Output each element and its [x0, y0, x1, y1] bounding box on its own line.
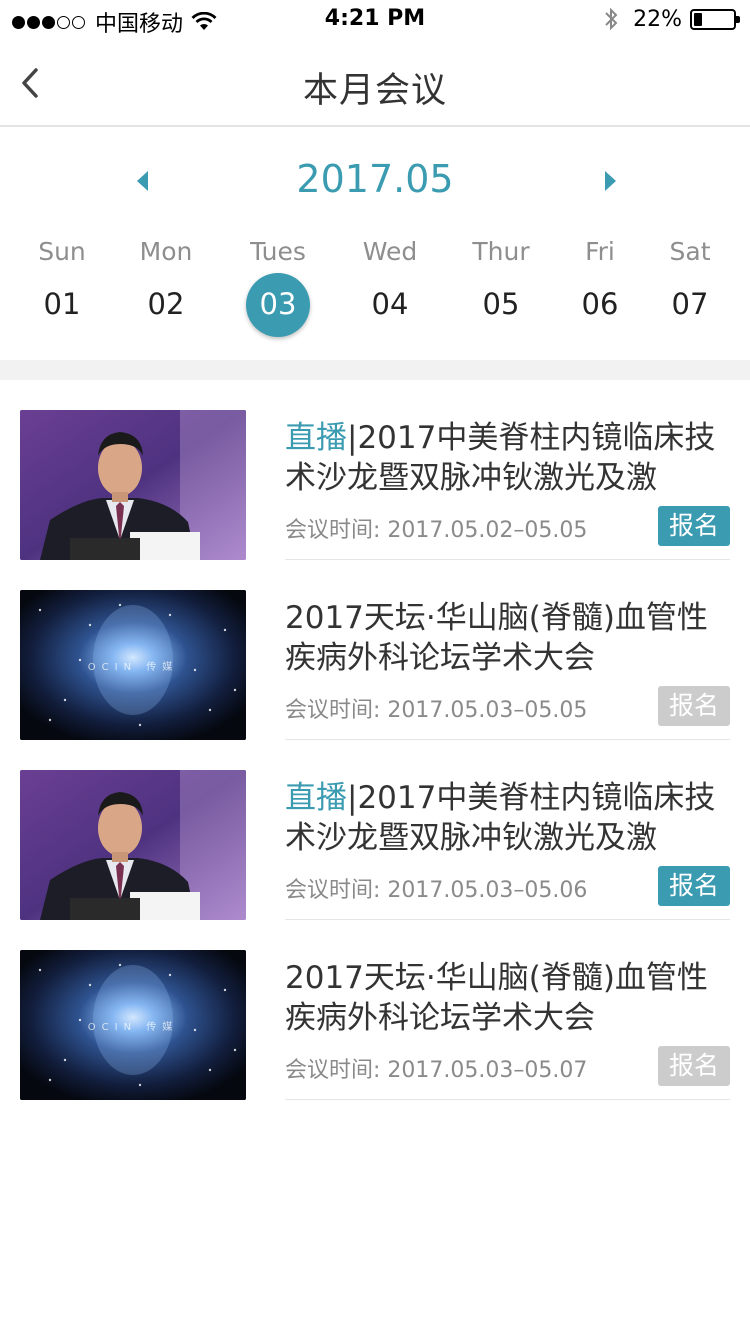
- svg-text:OCIN 传媒: OCIN 传媒: [88, 1021, 178, 1033]
- meeting-title-text: |2017中美脊柱内镜临床技术沙龙暨双脉冲钬激光及激: [285, 420, 716, 496]
- meeting-time: 会议时间: 2017.05.02–05.05: [285, 518, 588, 543]
- calendar-day[interactable]: 05: [451, 287, 551, 321]
- calendar-day[interactable]: 02: [116, 287, 216, 321]
- live-tag: 直播: [285, 420, 347, 456]
- meeting-list-item[interactable]: OCIN 传媒 2017天坛·华山脑(脊髓)血管性疾病外科论坛学术大会会议时间:…: [0, 920, 750, 1100]
- meeting-thumbnail[interactable]: OCIN 传媒: [20, 950, 246, 1100]
- meeting-thumbnail[interactable]: [20, 410, 246, 560]
- signup-button[interactable]: 报名: [658, 506, 730, 546]
- meeting-thumbnail[interactable]: OCIN 传媒: [20, 590, 246, 740]
- signup-button[interactable]: 报名: [658, 1046, 730, 1086]
- meeting-title[interactable]: 2017天坛·华山脑(脊髓)血管性疾病外科论坛学术大会: [285, 598, 737, 678]
- live-tag: 直播: [285, 780, 347, 816]
- meeting-title[interactable]: 直播|2017中美脊柱内镜临床技术沙龙暨双脉冲钬激光及激: [285, 778, 737, 858]
- weekday-label: Thur: [472, 237, 530, 266]
- nav-bar: 本月会议: [0, 40, 750, 127]
- weekday-label: Mon: [139, 237, 193, 266]
- weekday-label: Wed: [362, 237, 418, 266]
- nebula-image: OCIN 传媒: [20, 590, 246, 740]
- meeting-thumbnail[interactable]: [20, 770, 246, 920]
- nebula-image: OCIN 传媒: [20, 950, 246, 1100]
- meeting-list-item[interactable]: 直播|2017中美脊柱内镜临床技术沙龙暨双脉冲钬激光及激会议时间: 2017.0…: [0, 380, 750, 560]
- meeting-time: 会议时间: 2017.05.03–05.07: [285, 1058, 588, 1083]
- weekday-label: Tues: [250, 237, 306, 266]
- week-calendar: 2017.05 Sun Mon Tues Wed Thur Fri Sat 01 02 03 04…: [0, 129, 750, 360]
- meeting-time: 会议时间: 2017.05.03–05.06: [285, 878, 588, 903]
- calendar-day[interactable]: 07: [640, 287, 740, 321]
- battery-cap: [736, 15, 740, 23]
- meeting-list-item[interactable]: OCIN 传媒 2017天坛·华山脑(脊髓)血管性疾病外科论坛学术大会会议时间:…: [0, 560, 750, 740]
- signup-button[interactable]: 报名: [658, 686, 730, 726]
- calendar-day[interactable]: 03: [228, 287, 328, 321]
- svg-text:OCIN 传媒: OCIN 传媒: [88, 661, 178, 673]
- meeting-title[interactable]: 2017天坛·华山脑(脊髓)血管性疾病外科论坛学术大会: [285, 958, 737, 1038]
- calendar-day[interactable]: 06: [550, 287, 650, 321]
- battery-icon: [690, 8, 740, 30]
- weekday-label: Sun: [38, 237, 86, 266]
- meeting-title-text: 2017天坛·华山脑(脊髓)血管性疾病外科论坛学术大会: [285, 600, 708, 676]
- calendar-day[interactable]: 04: [340, 287, 440, 321]
- meeting-time: 会议时间: 2017.05.03–05.05: [285, 698, 588, 723]
- meeting-title-text: |2017中美脊柱内镜临床技术沙龙暨双脉冲钬激光及激: [285, 780, 716, 856]
- month-selector: 2017.05: [0, 157, 750, 207]
- page-title: 本月会议: [302, 71, 447, 111]
- meeting-list-item[interactable]: 直播|2017中美脊柱内镜临床技术沙龙暨双脉冲钬激光及激会议时间: 2017.0…: [0, 740, 750, 920]
- status-bar: 中国移动 4:21 PM 22%: [0, 0, 750, 40]
- meeting-title-text: 2017天坛·华山脑(脊髓)血管性疾病外科论坛学术大会: [285, 960, 708, 1036]
- status-right: 22%: [603, 6, 740, 32]
- battery-percent: 22%: [633, 6, 682, 32]
- section-divider: [0, 360, 750, 380]
- bluetooth-icon: [605, 7, 618, 31]
- meeting-title[interactable]: 直播|2017中美脊柱内镜临床技术沙龙暨双脉冲钬激光及激: [285, 418, 737, 498]
- calendar-day[interactable]: 01: [12, 287, 112, 321]
- weekday-label: Sat: [669, 237, 711, 266]
- item-divider: [285, 1099, 730, 1100]
- signup-button[interactable]: 报名: [658, 866, 730, 906]
- weekday-row: Sun Mon Tues Wed Thur Fri Sat: [0, 237, 750, 277]
- speaker-photo: [20, 410, 246, 560]
- day-row: 01 02 03 04 05 06 07: [0, 275, 750, 335]
- weekday-label: Fri: [585, 237, 615, 266]
- month-label: 2017.05: [296, 157, 454, 201]
- next-month-icon[interactable]: [604, 171, 616, 191]
- battery-level: [694, 12, 702, 26]
- speaker-photo: [20, 770, 246, 920]
